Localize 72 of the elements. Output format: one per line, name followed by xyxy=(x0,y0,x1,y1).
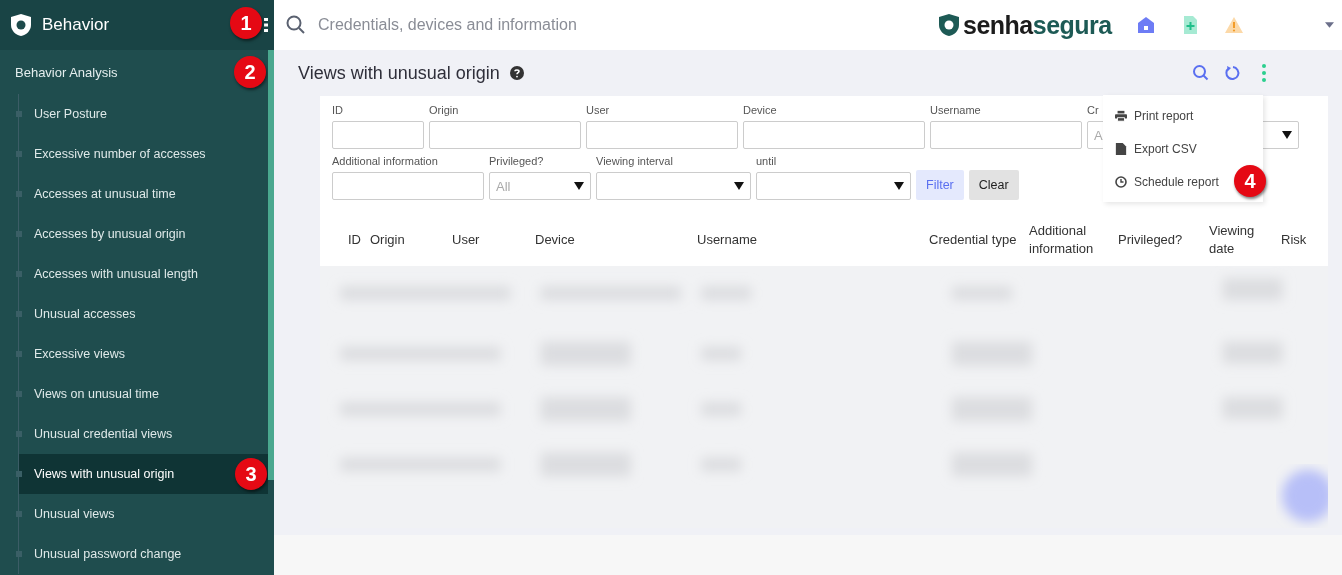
field-label: Additional information xyxy=(332,155,438,169)
sidebar-item[interactable]: Unusual password change xyxy=(19,534,268,574)
field-label: Viewing interval xyxy=(596,155,673,169)
page-title: Views with unusual origin xyxy=(298,62,500,84)
menu-icon[interactable] xyxy=(264,18,268,32)
clear-button[interactable]: Clear xyxy=(968,170,1019,200)
field-label: until xyxy=(756,155,777,169)
help-icon[interactable] xyxy=(509,66,524,80)
document-icon xyxy=(1115,142,1127,155)
column-header: Risk xyxy=(1281,231,1308,249)
select-field[interactable] xyxy=(596,172,751,200)
sidebar-item[interactable]: Excessive number of accesses xyxy=(19,134,268,174)
dropdown-caret-icon[interactable] xyxy=(1325,22,1334,28)
callout-badge: 4 xyxy=(1234,165,1266,197)
column-header: ID xyxy=(348,231,362,249)
callout-badge: 3 xyxy=(235,458,267,490)
select-field[interactable] xyxy=(756,172,911,200)
sidebar-item[interactable]: Unusual credential views xyxy=(19,414,268,454)
input-field[interactable] xyxy=(429,121,581,149)
dropdown-caret-icon xyxy=(574,182,584,190)
refresh-icon[interactable] xyxy=(1224,64,1242,82)
input-field[interactable] xyxy=(332,121,424,149)
brand-logo: senhasegura xyxy=(963,10,1112,40)
column-header: Origin xyxy=(370,231,406,249)
home-icon[interactable] xyxy=(1135,15,1156,35)
menu-item[interactable]: Schedule report 4 xyxy=(1103,165,1263,198)
input-field[interactable] xyxy=(930,121,1082,149)
menu-item[interactable]: Print report xyxy=(1103,99,1263,132)
input-field[interactable] xyxy=(332,172,484,200)
field-label: Privileged? xyxy=(489,155,544,169)
field-label: Origin xyxy=(429,104,459,118)
search-icon xyxy=(286,15,306,35)
dropdown-caret-icon xyxy=(1282,131,1292,139)
input-field[interactable] xyxy=(743,121,925,149)
sidebar-item[interactable]: Accesses by unusual origin xyxy=(19,214,268,254)
callout-badge: 2 xyxy=(234,56,266,88)
search-field[interactable]: Credentials, devices and information xyxy=(316,15,900,35)
column-header: Privileged? xyxy=(1118,231,1184,249)
sidebar-item[interactable]: Accesses at unusual time xyxy=(19,174,268,214)
shield-logo-icon xyxy=(10,13,32,37)
sidebar-item[interactable]: Views with unusual origin 3 xyxy=(19,454,268,494)
field-label: Username xyxy=(930,104,981,118)
column-header: Viewing date xyxy=(1209,222,1256,258)
dropdown-caret-icon xyxy=(894,182,904,190)
menu-item[interactable]: Export CSV xyxy=(1103,132,1263,165)
clock-icon xyxy=(1115,175,1127,188)
sidebar-item[interactable]: Unusual accesses xyxy=(19,294,268,334)
sidebar-item[interactable]: Views on unusual time xyxy=(19,374,268,414)
field-label: Device xyxy=(743,104,777,118)
printer-icon xyxy=(1115,109,1127,122)
sidebar-section[interactable]: Behavior Analysis xyxy=(15,64,118,80)
shield-logo-icon xyxy=(938,12,960,38)
app-title: Behavior xyxy=(42,15,110,35)
column-header: Additional information xyxy=(1029,222,1095,258)
more-options-icon[interactable] xyxy=(1262,64,1266,82)
sidebar-item[interactable]: Excessive views xyxy=(19,334,268,374)
sidebar-item[interactable]: Unusual views xyxy=(19,494,268,534)
field-label: ID xyxy=(332,104,343,118)
input-field[interactable] xyxy=(586,121,738,149)
column-header: Username xyxy=(697,231,758,249)
field-label: User xyxy=(586,104,610,118)
filter-button[interactable]: Filter xyxy=(916,170,964,200)
warning-icon[interactable] xyxy=(1223,15,1244,35)
search-icon[interactable] xyxy=(1192,64,1210,82)
field-label: Cr xyxy=(1087,104,1099,118)
sidebar-item[interactable]: Accesses with unusual length xyxy=(19,254,268,294)
callout-badge: 1 xyxy=(230,7,262,39)
column-header: Credential type xyxy=(929,231,1018,249)
column-header: User xyxy=(452,231,481,249)
sidebar-item[interactable]: User Posture xyxy=(19,94,268,134)
dropdown-caret-icon xyxy=(734,182,744,190)
column-header: Device xyxy=(535,231,576,249)
